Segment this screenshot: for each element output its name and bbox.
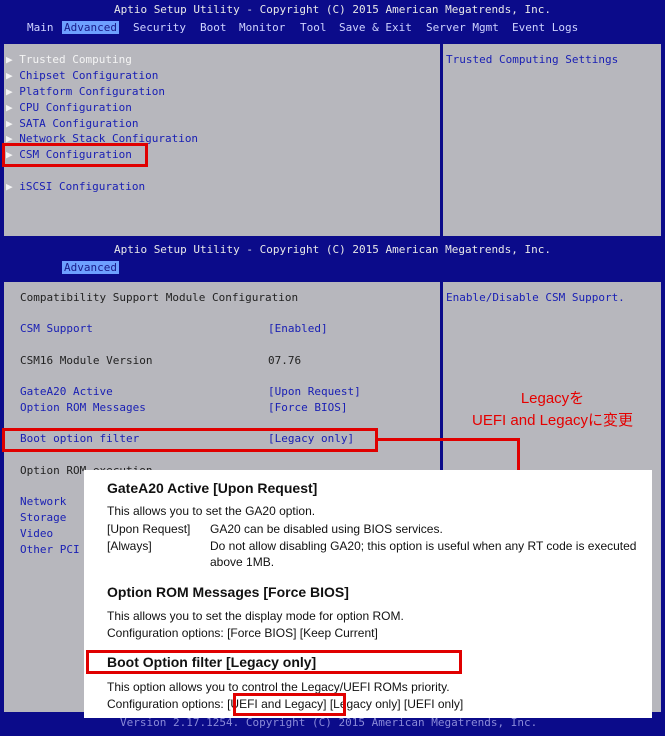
- csm16-version-value: 07.76: [268, 354, 302, 367]
- doc-heading-gatea20: GateA20 Active [Upon Request]: [107, 480, 318, 496]
- tab-save-exit[interactable]: Save & Exit: [339, 21, 412, 34]
- highlight-boot-option-filter: [2, 428, 378, 452]
- csm16-version-label: CSM16 Module Version: [20, 354, 153, 367]
- csm-support-value[interactable]: [Enabled]: [268, 322, 328, 335]
- section-heading: Compatibility Support Module Configurati…: [20, 291, 299, 304]
- doc-option-rom-options: Configuration options: [Force BIOS] [Kee…: [107, 626, 378, 640]
- menu-item-trusted-computing[interactable]: ▶ Trusted Computing: [6, 53, 132, 66]
- doc-options-suffix: [Legacy only] [UEFI only]: [329, 697, 464, 711]
- tab-monitor[interactable]: Monitor: [239, 21, 285, 34]
- doc-option-rom-desc: This allows you to set the display mode …: [107, 609, 404, 623]
- doc-opt2-key: [Always]: [107, 539, 152, 553]
- highlight-uefi-and-legacy: [233, 693, 346, 716]
- menu-item-platform[interactable]: ▶ Platform Configuration: [6, 85, 165, 98]
- tab-main[interactable]: Main: [27, 21, 54, 34]
- bios-screen-advanced: Aptio Setup Utility - Copyright (C) 2015…: [0, 0, 665, 240]
- help-panel: [443, 44, 661, 236]
- storage-label[interactable]: Storage: [20, 511, 66, 524]
- tab-boot[interactable]: Boot: [200, 21, 227, 34]
- tab-event-logs[interactable]: Event Logs: [512, 21, 578, 34]
- video-label[interactable]: Video: [20, 527, 53, 540]
- menu-item-cpu[interactable]: ▶ CPU Configuration: [6, 101, 132, 114]
- window-title: Aptio Setup Utility - Copyright (C) 2015…: [113, 243, 552, 256]
- triangle-right-icon: ▶: [6, 180, 13, 193]
- doc-options-prefix: Configuration options:: [107, 697, 224, 711]
- connector-line-h-top: [378, 438, 520, 441]
- menu-item-iscsi[interactable]: ▶ iSCSI Configuration: [6, 180, 145, 193]
- triangle-right-icon: ▶: [6, 69, 13, 82]
- help-text: Enable/Disable CSM Support.: [446, 291, 625, 304]
- gatea20-label[interactable]: GateA20 Active: [20, 385, 113, 398]
- tab-security[interactable]: Security: [133, 21, 186, 34]
- menu-bar: Advanced: [0, 261, 665, 276]
- doc-opt1-val: GA20 can be disabled using BIOS services…: [210, 522, 443, 536]
- network-label[interactable]: Network: [20, 495, 66, 508]
- triangle-right-icon: ▶: [6, 101, 13, 114]
- highlight-csm-configuration: [2, 143, 148, 167]
- doc-gatea20-desc: This allows you to set the GA20 option.: [107, 504, 316, 518]
- tab-server-mgmt[interactable]: Server Mgmt: [426, 21, 499, 34]
- documentation-panel: GateA20 Active [Upon Request] This allow…: [84, 470, 652, 718]
- doc-heading-option-rom: Option ROM Messages [Force BIOS]: [107, 584, 349, 600]
- option-rom-messages-value[interactable]: [Force BIOS]: [268, 401, 347, 414]
- annotation-callout: Legacyを UEFI and Legacyに変更: [440, 388, 665, 432]
- option-rom-messages-label[interactable]: Option ROM Messages: [20, 401, 146, 414]
- menu-bar: Main Advanced Security Boot Monitor Tool…: [0, 21, 665, 36]
- doc-opt1-key: [Upon Request]: [107, 522, 191, 536]
- tab-advanced[interactable]: Advanced: [62, 261, 119, 274]
- gatea20-value[interactable]: [Upon Request]: [268, 385, 361, 398]
- other-pci-label[interactable]: Other PCI: [20, 543, 80, 556]
- tab-tool[interactable]: Tool: [300, 21, 327, 34]
- callout-line-1: Legacyを: [520, 390, 585, 407]
- triangle-right-icon: ▶: [6, 53, 13, 66]
- triangle-right-icon: ▶: [6, 117, 13, 130]
- triangle-right-icon: ▶: [6, 85, 13, 98]
- tab-advanced[interactable]: Advanced: [62, 21, 119, 34]
- csm-support-label[interactable]: CSM Support: [20, 322, 93, 335]
- callout-line-2: UEFI and Legacyに変更: [472, 412, 633, 429]
- doc-opt2-val: Do not allow disabling GA20; this option…: [210, 539, 637, 569]
- menu-item-chipset[interactable]: ▶ Chipset Configuration: [6, 69, 158, 82]
- menu-item-sata[interactable]: ▶ SATA Configuration: [6, 117, 138, 130]
- highlight-doc-heading: [86, 650, 462, 674]
- window-title: Aptio Setup Utility - Copyright (C) 2015…: [113, 3, 552, 16]
- help-text: Trusted Computing Settings: [446, 53, 619, 66]
